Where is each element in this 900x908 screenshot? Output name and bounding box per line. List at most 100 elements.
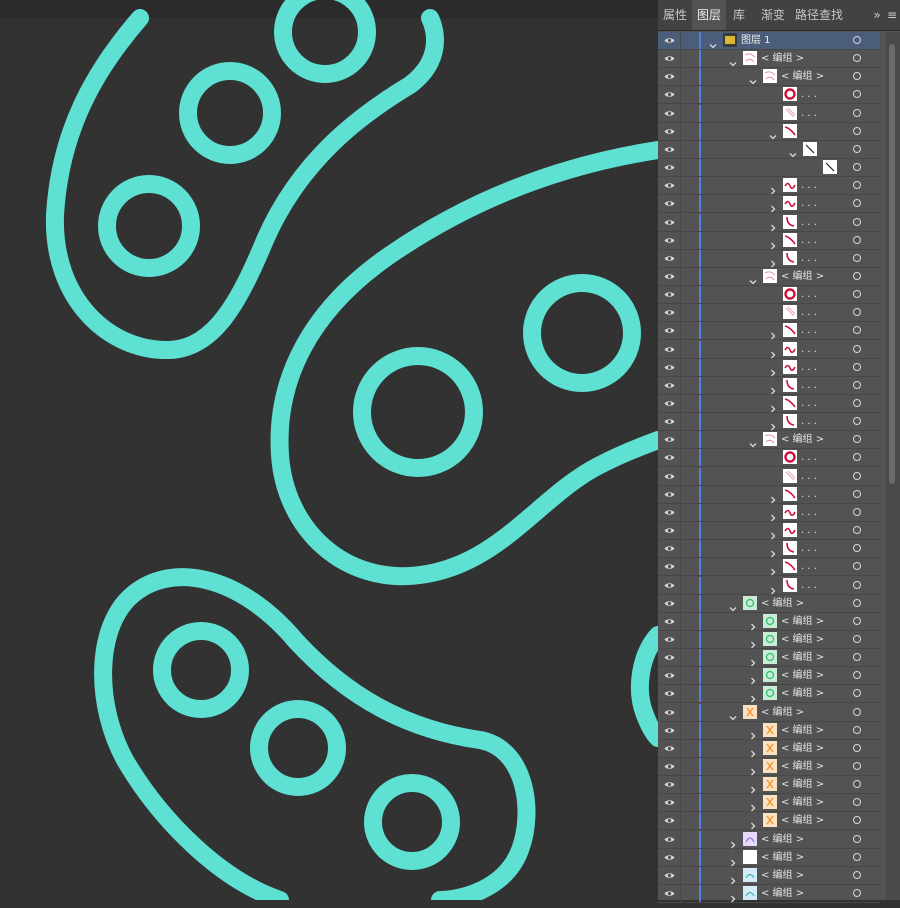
group-row[interactable]: < 编组 > bbox=[658, 68, 880, 86]
chevron-right-icon[interactable] bbox=[748, 653, 758, 667]
eye-icon[interactable] bbox=[660, 341, 678, 358]
chevron-down-icon[interactable] bbox=[748, 72, 758, 85]
artwork[interactable] bbox=[0, 0, 658, 900]
chevron-right-icon[interactable] bbox=[748, 780, 758, 794]
target-circle-icon[interactable] bbox=[853, 635, 861, 643]
group-row[interactable]: . . . bbox=[658, 413, 880, 431]
chevron-down-icon[interactable] bbox=[788, 145, 798, 158]
lock-toggle[interactable] bbox=[680, 250, 700, 267]
tab-layers[interactable]: 图层 bbox=[692, 0, 726, 30]
double-chevron-right-icon[interactable]: » bbox=[870, 0, 884, 30]
target-circle-icon[interactable] bbox=[853, 726, 861, 734]
lock-toggle[interactable] bbox=[680, 377, 700, 394]
group-row[interactable]: < 编组 > bbox=[658, 704, 880, 722]
group-row[interactable]: < 编组 > bbox=[658, 667, 880, 685]
chevron-right-icon[interactable] bbox=[768, 363, 778, 377]
eye-icon[interactable] bbox=[660, 794, 678, 811]
group-row[interactable]: < 编组 > bbox=[658, 794, 880, 812]
target-circle-icon[interactable] bbox=[853, 326, 861, 334]
target-circle-icon[interactable] bbox=[853, 816, 861, 824]
target-circle-icon[interactable] bbox=[853, 36, 861, 44]
path-row[interactable]: . . . bbox=[658, 304, 880, 322]
lock-toggle[interactable] bbox=[680, 831, 700, 848]
group-row[interactable]: < 编组 > bbox=[658, 595, 880, 613]
eye-icon[interactable] bbox=[660, 831, 678, 848]
eye-icon[interactable] bbox=[660, 304, 678, 321]
target-circle-icon[interactable] bbox=[853, 508, 861, 516]
lock-toggle[interactable] bbox=[680, 68, 700, 85]
eye-icon[interactable] bbox=[660, 177, 678, 194]
target-circle-icon[interactable] bbox=[853, 127, 861, 135]
lock-toggle[interactable] bbox=[680, 486, 700, 503]
chevron-right-icon[interactable] bbox=[768, 326, 778, 340]
eye-icon[interactable] bbox=[660, 377, 678, 394]
lock-toggle[interactable] bbox=[680, 776, 700, 793]
chevron-right-icon[interactable] bbox=[768, 562, 778, 576]
group-row[interactable]: . . . bbox=[658, 177, 880, 195]
lock-toggle[interactable] bbox=[680, 667, 700, 684]
target-circle-icon[interactable] bbox=[853, 472, 861, 480]
group-row[interactable]: < 编组 > bbox=[658, 758, 880, 776]
eye-icon[interactable] bbox=[660, 250, 678, 267]
chevron-right-icon[interactable] bbox=[748, 726, 758, 740]
chevron-right-icon[interactable] bbox=[748, 816, 758, 830]
group-row[interactable]: . . . bbox=[658, 232, 880, 250]
eye-icon[interactable] bbox=[660, 704, 678, 721]
lock-toggle[interactable] bbox=[680, 304, 700, 321]
group-row[interactable]: < 编组 > bbox=[658, 722, 880, 740]
lock-toggle[interactable] bbox=[680, 758, 700, 775]
lock-toggle[interactable] bbox=[680, 885, 700, 902]
target-circle-icon[interactable] bbox=[853, 889, 861, 897]
target-circle-icon[interactable] bbox=[853, 90, 861, 98]
scrollbar[interactable] bbox=[886, 32, 900, 900]
eye-icon[interactable] bbox=[660, 722, 678, 739]
chevron-down-icon[interactable] bbox=[768, 127, 778, 140]
chevron-right-icon[interactable] bbox=[768, 218, 778, 232]
target-circle-icon[interactable] bbox=[853, 562, 861, 570]
lock-toggle[interactable] bbox=[680, 322, 700, 339]
lock-toggle[interactable] bbox=[680, 195, 700, 212]
target-circle-icon[interactable] bbox=[853, 871, 861, 879]
chevron-right-icon[interactable] bbox=[728, 889, 738, 903]
chevron-right-icon[interactable] bbox=[768, 236, 778, 250]
group-row[interactable]: < 编组 > bbox=[658, 631, 880, 649]
lock-toggle[interactable] bbox=[680, 32, 700, 49]
group-row[interactable]: < 编组 > bbox=[658, 849, 880, 867]
target-circle-icon[interactable] bbox=[853, 254, 861, 262]
target-circle-icon[interactable] bbox=[853, 708, 861, 716]
chevron-down-icon[interactable] bbox=[728, 599, 738, 612]
eye-icon[interactable] bbox=[660, 322, 678, 339]
group-row[interactable]: . . . bbox=[658, 250, 880, 268]
lock-toggle[interactable] bbox=[680, 286, 700, 303]
target-circle-icon[interactable] bbox=[853, 780, 861, 788]
eye-icon[interactable] bbox=[660, 123, 678, 140]
lock-toggle[interactable] bbox=[680, 214, 700, 231]
eye-icon[interactable] bbox=[660, 468, 678, 485]
target-circle-icon[interactable] bbox=[853, 599, 861, 607]
group-row[interactable]: . . . bbox=[658, 558, 880, 576]
eye-icon[interactable] bbox=[660, 595, 678, 612]
lock-toggle[interactable] bbox=[680, 613, 700, 630]
group-row[interactable]: . . . bbox=[658, 522, 880, 540]
target-circle-icon[interactable] bbox=[853, 417, 861, 425]
chevron-down-icon[interactable] bbox=[728, 54, 738, 67]
lock-toggle[interactable] bbox=[680, 577, 700, 594]
eye-icon[interactable] bbox=[660, 631, 678, 648]
target-circle-icon[interactable] bbox=[853, 653, 861, 661]
eye-icon[interactable] bbox=[660, 159, 678, 176]
target-circle-icon[interactable] bbox=[853, 290, 861, 298]
target-circle-icon[interactable] bbox=[853, 199, 861, 207]
eye-icon[interactable] bbox=[660, 86, 678, 103]
eye-icon[interactable] bbox=[660, 68, 678, 85]
eye-icon[interactable] bbox=[660, 214, 678, 231]
chevron-right-icon[interactable] bbox=[768, 254, 778, 268]
lock-toggle[interactable] bbox=[680, 468, 700, 485]
chevron-right-icon[interactable] bbox=[768, 399, 778, 413]
group-row[interactable]: . . . bbox=[658, 504, 880, 522]
lock-toggle[interactable] bbox=[680, 540, 700, 557]
lock-toggle[interactable] bbox=[680, 232, 700, 249]
lock-toggle[interactable] bbox=[680, 50, 700, 67]
scrollbar-thumb[interactable] bbox=[889, 44, 895, 484]
eye-icon[interactable] bbox=[660, 522, 678, 539]
group-row[interactable]: < 编组 > bbox=[658, 649, 880, 667]
